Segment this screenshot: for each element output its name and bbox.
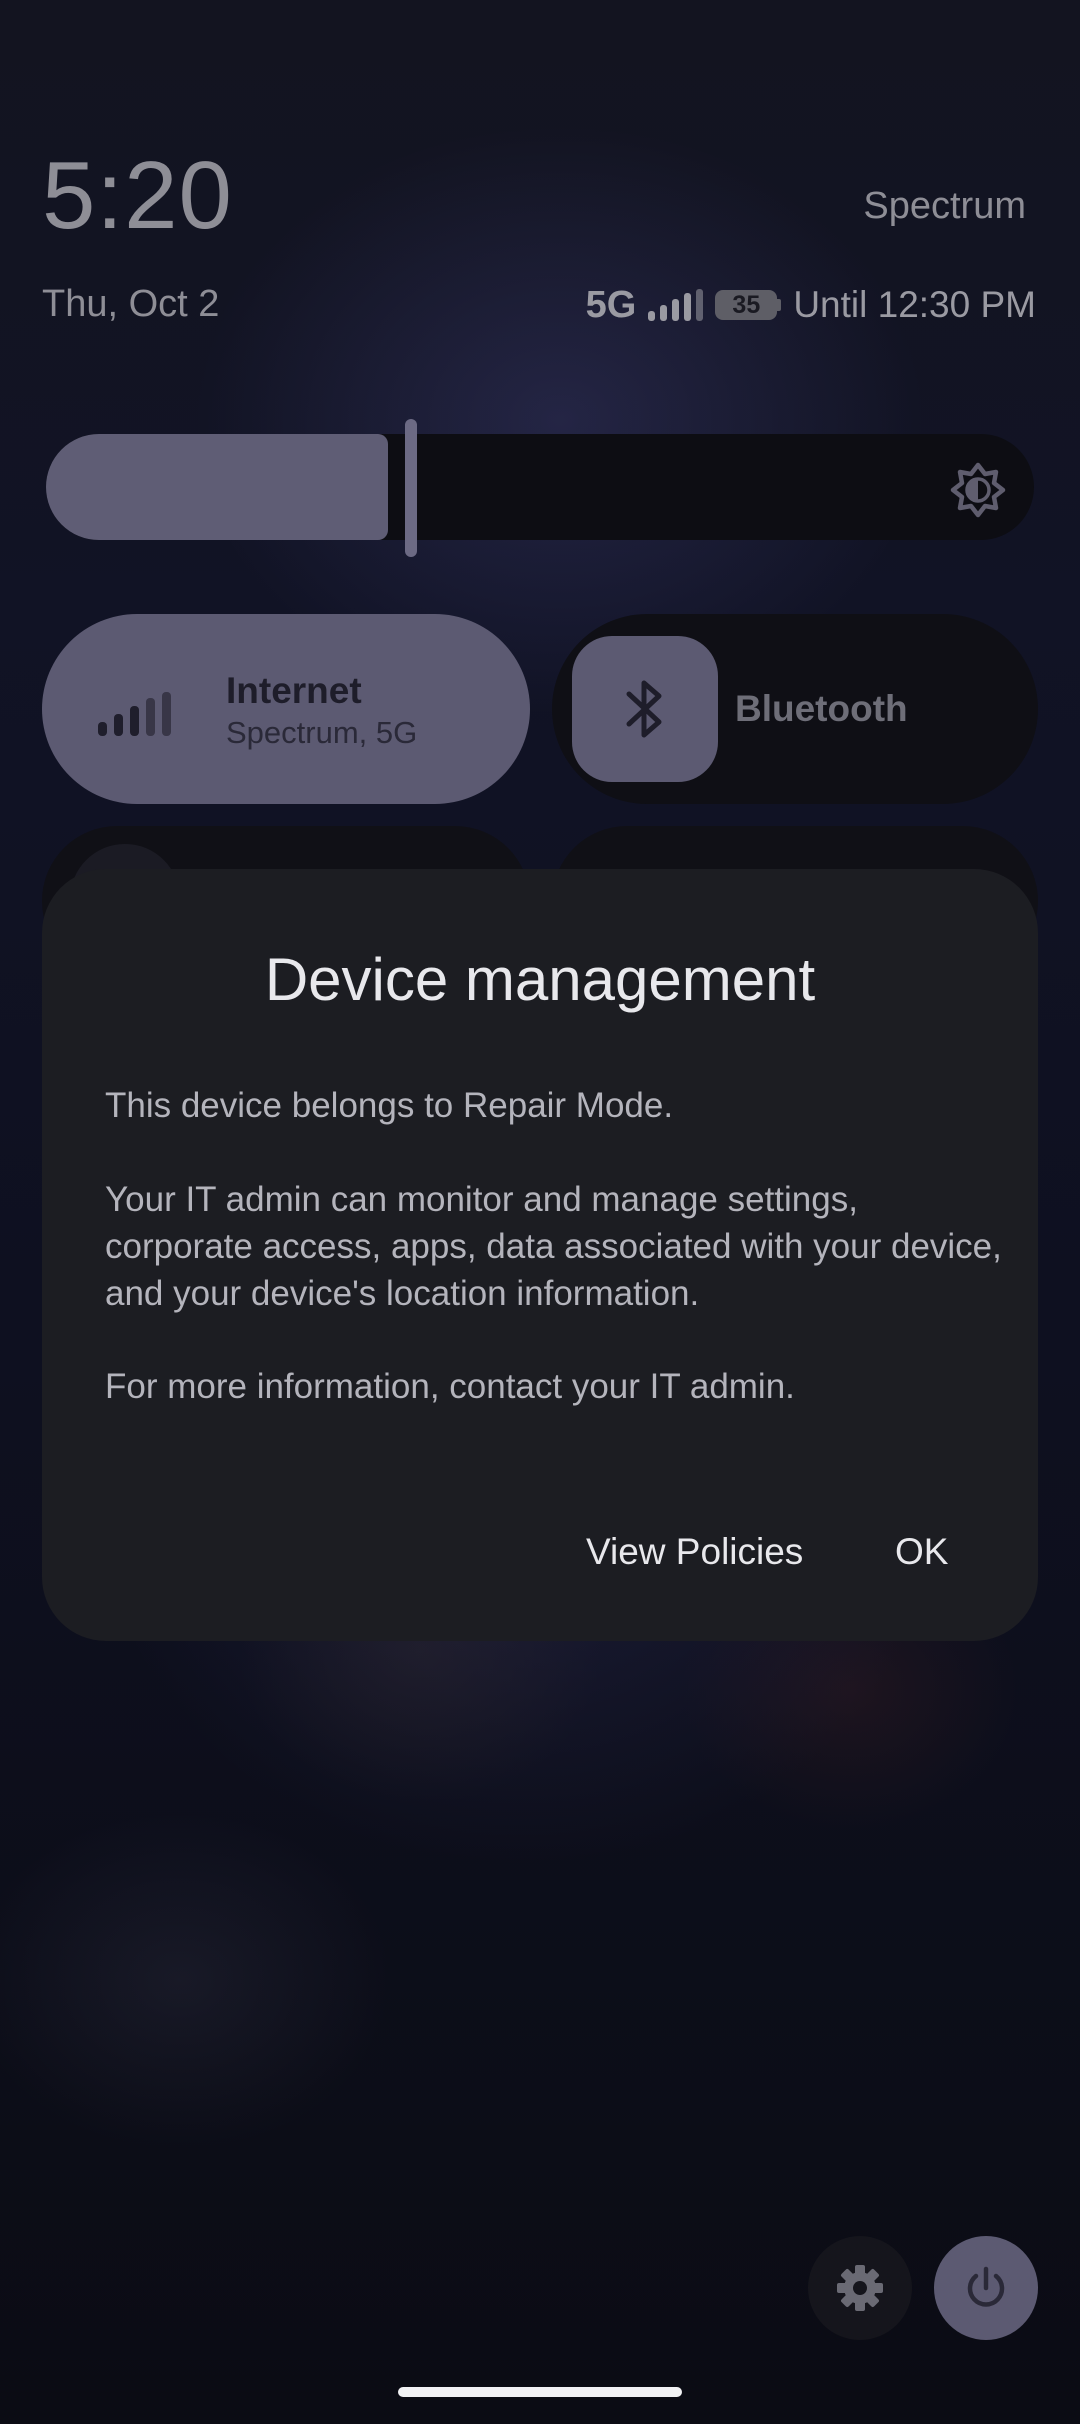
settings-button[interactable] bbox=[808, 2236, 912, 2340]
date-label: Thu, Oct 2 bbox=[42, 283, 220, 325]
bluetooth-tile-title: Bluetooth bbox=[735, 688, 908, 729]
status-icons-row: 5G 35 Until 12:30 PM bbox=[586, 282, 1036, 328]
bluetooth-toggle[interactable] bbox=[572, 636, 718, 782]
battery-status-text: Until 12:30 PM bbox=[793, 284, 1036, 325]
brightness-auto-icon bbox=[950, 462, 1006, 518]
signal-strength-icon bbox=[648, 289, 704, 321]
brightness-slider-handle[interactable] bbox=[405, 419, 417, 557]
power-icon bbox=[967, 2266, 1005, 2307]
internet-tile[interactable]: Internet Spectrum, 5G bbox=[42, 614, 530, 804]
network-type-label: 5G bbox=[585, 283, 637, 326]
dialog-paragraph-monitoring: Your IT admin can monitor and manage set… bbox=[105, 1180, 1002, 1313]
clock-time: 5:20 bbox=[42, 142, 233, 249]
navigation-handle[interactable] bbox=[398, 2387, 682, 2397]
brightness-slider-fill bbox=[46, 434, 388, 540]
dialog-paragraph-contact: For more information, contact your IT ad… bbox=[105, 1367, 795, 1406]
bluetooth-icon bbox=[626, 680, 662, 738]
ok-button[interactable]: OK bbox=[895, 1531, 948, 1573]
battery-percent: 35 bbox=[715, 290, 778, 320]
power-button[interactable] bbox=[934, 2236, 1038, 2340]
dialog-paragraph-owner: This device belongs to Repair Mode. bbox=[105, 1086, 674, 1125]
battery-icon: 35 bbox=[715, 290, 782, 320]
cellular-signal-icon bbox=[98, 692, 171, 736]
view-policies-button[interactable]: View Policies bbox=[586, 1531, 803, 1573]
gear-icon bbox=[837, 2265, 883, 2311]
dialog-title: Device management bbox=[264, 946, 816, 1013]
device-management-dialog: Device management This device belongs to… bbox=[42, 869, 1038, 1641]
bluetooth-tile[interactable]: Bluetooth bbox=[552, 614, 1038, 804]
internet-tile-title: Internet bbox=[226, 670, 362, 711]
internet-tile-subtitle: Spectrum, 5G bbox=[226, 715, 418, 750]
carrier-name: Spectrum bbox=[863, 185, 1026, 227]
